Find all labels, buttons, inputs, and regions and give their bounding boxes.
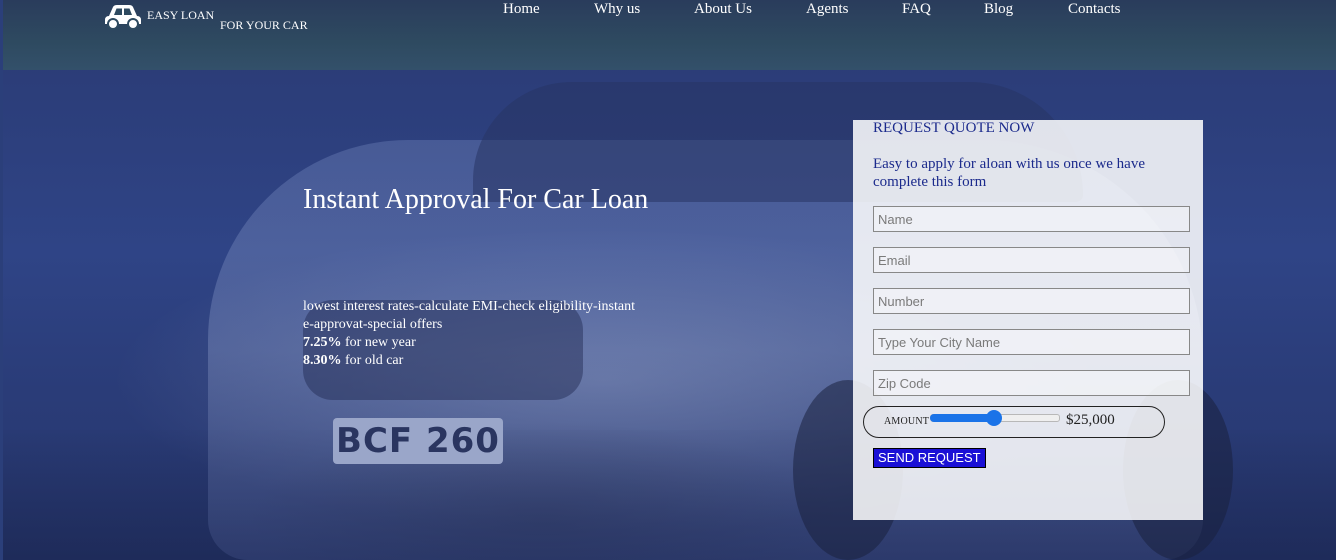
nav-agents[interactable]: Agents xyxy=(806,1,849,18)
page: BCF 260 EASY LOAN FOR YOUR CAR Home Why … xyxy=(0,0,1336,560)
rate-new: 7.25% for new year xyxy=(303,334,703,352)
nav-why-us[interactable]: Why us xyxy=(594,1,640,18)
zip-code-field[interactable] xyxy=(873,370,1190,396)
email-field[interactable] xyxy=(873,247,1190,273)
amount-slider-fill xyxy=(930,414,994,422)
nav-home[interactable]: Home xyxy=(503,1,540,18)
amount-slider-thumb[interactable] xyxy=(986,410,1002,426)
amount-value: $25,000 xyxy=(1066,412,1115,428)
nav-blog[interactable]: Blog xyxy=(984,1,1013,18)
main-nav: Home Why us About Us Agents FAQ Blog Con… xyxy=(3,0,1336,30)
rate-old: 8.30% for old car xyxy=(303,352,703,370)
nav-faq[interactable]: FAQ xyxy=(902,1,931,18)
rate-old-value: 8.30% xyxy=(303,353,342,368)
hero-description-line-1: lowest interest rates-calculate EMI-chec… xyxy=(303,299,635,314)
amount-control: AMOUNT $25,000 xyxy=(863,406,1165,438)
amount-label: AMOUNT xyxy=(884,416,930,427)
nav-contacts[interactable]: Contacts xyxy=(1068,1,1121,18)
quote-form-title: REQUEST QUOTE NOW xyxy=(873,120,1035,136)
city-field[interactable] xyxy=(873,329,1190,355)
license-plate: BCF 260 xyxy=(333,418,503,464)
hero-description: lowest interest rates-calculate EMI-chec… xyxy=(303,298,703,370)
name-field[interactable] xyxy=(873,206,1190,232)
hero-description-line-2: e-approvat-special offers xyxy=(303,317,443,332)
quote-form-subtitle: Easy to apply for aloan with us once we … xyxy=(873,156,1145,190)
send-request-button[interactable]: SEND REQUEST xyxy=(873,448,986,468)
hero-title: Instant Approval For Car Loan xyxy=(303,184,649,215)
number-field[interactable] xyxy=(873,288,1190,314)
rate-new-value: 7.25% xyxy=(303,335,342,350)
rate-old-label: for old car xyxy=(341,353,404,368)
rate-new-label: for new year xyxy=(341,335,416,350)
site-header: EASY LOAN FOR YOUR CAR Home Why us About… xyxy=(3,0,1336,70)
amount-slider[interactable] xyxy=(930,410,1060,426)
quote-form: REQUEST QUOTE NOW Easy to apply for aloa… xyxy=(853,120,1203,520)
nav-about-us[interactable]: About Us xyxy=(694,1,752,18)
